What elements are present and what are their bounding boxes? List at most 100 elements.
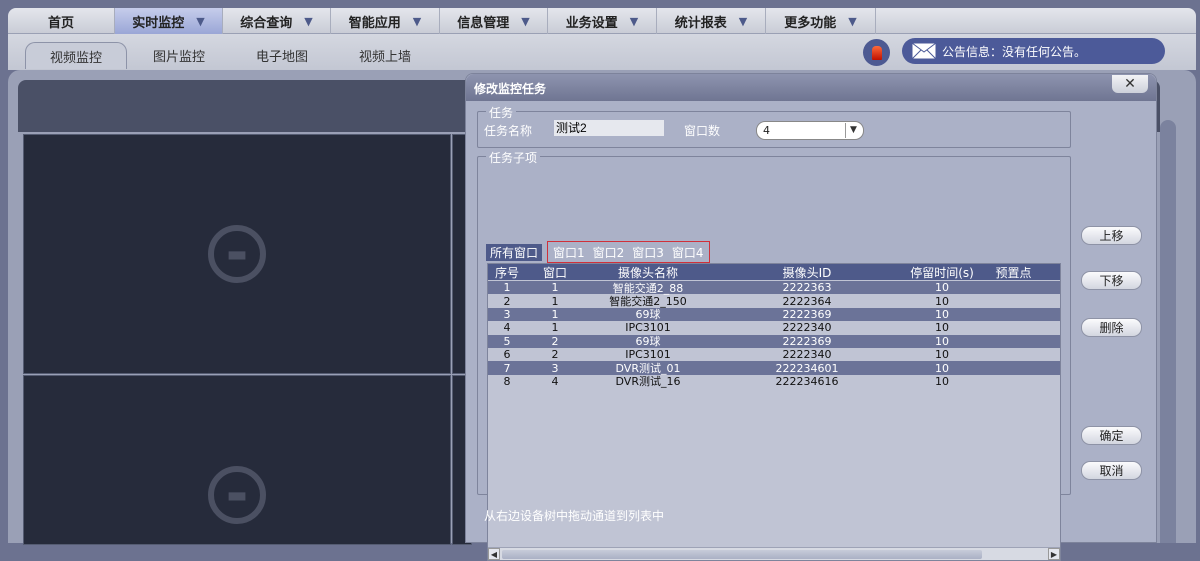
- table-cell: 69球: [635, 335, 661, 349]
- table-cell: 2222340: [782, 348, 832, 362]
- table-row[interactable]: 4 1 IPC3101 2222340 10: [488, 321, 1060, 334]
- tab-window-3[interactable]: 窗口3: [628, 244, 668, 261]
- alarm-button[interactable]: [863, 39, 890, 66]
- table-cell: 10: [935, 348, 949, 362]
- nav-item-label: 综合查询: [240, 15, 293, 31]
- nav-item[interactable]: 统计报表 ▼: [657, 8, 766, 34]
- table-cell: 7: [503, 361, 511, 375]
- sub-tab[interactable]: 图片监控: [128, 42, 230, 69]
- cancel-button[interactable]: 取消: [1081, 461, 1142, 480]
- dropdown-arrow-icon: ▼: [412, 14, 422, 28]
- tab-window-2[interactable]: 窗口2: [589, 244, 629, 261]
- table-cell: 2222340: [782, 321, 832, 335]
- table-row[interactable]: 5 2 69球 2222369 10: [488, 334, 1060, 349]
- close-button[interactable]: ✕: [1112, 75, 1148, 93]
- video-cell[interactable]: ▬: [23, 134, 451, 374]
- table-cell: 4: [503, 321, 511, 335]
- table-header: 序号 窗口 摄像头名称 摄像头ID 停留时间(s) 预置点: [488, 264, 1060, 280]
- task-group-label: 任务: [486, 104, 517, 121]
- envelope-icon: [911, 42, 937, 60]
- table-cell: 10: [935, 281, 949, 295]
- nav-item[interactable]: 综合查询 ▼: [223, 8, 331, 34]
- table-cell: 3: [503, 307, 511, 321]
- table-row[interactable]: 3 1 69球 2222369 10: [488, 307, 1060, 322]
- table-cell: 3: [551, 361, 559, 375]
- table-cell: 2: [551, 348, 559, 362]
- ok-button[interactable]: 确定: [1081, 426, 1142, 445]
- table-cell: 10: [935, 361, 949, 375]
- tab-all-windows[interactable]: 所有窗口: [486, 244, 543, 261]
- nav-item[interactable]: 实时监控 ▼: [115, 8, 223, 34]
- dropdown-arrow-icon: ▼: [629, 14, 639, 28]
- table-cell: 1: [551, 281, 559, 295]
- table-row[interactable]: 1 1 智能交通2_88 2222363 10: [488, 281, 1060, 295]
- nav-item-label: 首页: [47, 15, 74, 31]
- sub-tab[interactable]: 视频监控: [25, 42, 127, 69]
- nav-item-label: 更多功能: [784, 15, 837, 31]
- nav-item-label: 信息管理: [457, 15, 510, 31]
- table-cell: 2222369: [782, 334, 832, 348]
- table-cell: 1: [551, 294, 559, 308]
- delete-button[interactable]: 删除: [1081, 318, 1142, 337]
- table-row[interactable]: 6 2 IPC3101 2222340 10: [488, 348, 1060, 361]
- nav-item-label: 业务设置: [565, 15, 618, 31]
- video-cell[interactable]: ▬: [23, 375, 451, 545]
- move-up-button[interactable]: 上移: [1081, 226, 1142, 245]
- notice-bar[interactable]: 公告信息：没有任何公告。: [902, 38, 1165, 64]
- nav-item[interactable]: 智能应用 ▼: [331, 8, 440, 34]
- edit-task-dialog: 修改监控任务 ✕ 任务 任务名称 窗口数 4 ▼ 任务子项 所有窗口 窗口1 窗…: [465, 73, 1157, 561]
- scroll-thumb[interactable]: [502, 549, 982, 559]
- tab-window-1[interactable]: 窗口1: [549, 244, 589, 261]
- table-cell: 10: [935, 307, 949, 321]
- table-row[interactable]: 2 1 智能交通2_150 2222364 10: [488, 294, 1060, 309]
- col-camera-name[interactable]: 摄像头名称: [584, 264, 712, 281]
- table-cell: 2222369: [782, 307, 832, 321]
- dropdown-arrow-icon: ▼: [848, 14, 857, 28]
- right-scrollbar[interactable]: [1160, 120, 1176, 543]
- nav-item[interactable]: 业务设置 ▼: [548, 8, 657, 34]
- col-preset[interactable]: 预置点: [982, 264, 1045, 281]
- col-dwell-time[interactable]: 停留时间(s): [902, 264, 982, 281]
- dialog-title: 修改监控任务: [466, 74, 1156, 101]
- nav-item[interactable]: 信息管理 ▼: [440, 8, 548, 34]
- nav-item-label: 智能应用: [348, 15, 401, 31]
- col-index[interactable]: 序号: [488, 264, 526, 281]
- table-cell: 10: [935, 374, 949, 388]
- chevron-down-icon: ▼: [845, 123, 861, 138]
- tab-window-4[interactable]: 窗口4: [668, 244, 708, 261]
- nav-item[interactable]: 首页: [8, 8, 115, 34]
- scroll-right-icon[interactable]: ▶: [1048, 548, 1060, 560]
- table-cell: 2: [551, 334, 559, 348]
- nav-item[interactable]: 更多功能 ▼: [766, 8, 876, 34]
- window-count-select[interactable]: 4 ▼: [756, 121, 864, 140]
- window-count-label: 窗口数: [684, 124, 721, 138]
- table-cell: 10: [935, 321, 949, 335]
- scroll-left-icon[interactable]: ◀: [488, 548, 500, 560]
- move-down-button[interactable]: 下移: [1081, 271, 1142, 290]
- col-window[interactable]: 窗口: [526, 264, 584, 281]
- table-cell: 2222363: [782, 281, 832, 295]
- sub-tab[interactable]: 电子地图: [231, 42, 333, 69]
- table-cell: 2: [503, 294, 511, 308]
- dropdown-arrow-icon: ▼: [521, 14, 530, 28]
- no-video-icon: ▬: [208, 466, 266, 524]
- sub-tab[interactable]: 视频上墙: [334, 42, 436, 69]
- table-row[interactable]: 8 4 DVR测试_16 222234616 10: [488, 374, 1060, 389]
- dropdown-arrow-icon: ▼: [738, 14, 748, 28]
- subtask-group-label: 任务子项: [486, 149, 541, 166]
- table-body: 1 1 智能交通2_88 2222363 10 2 1 智能交通2_150 2222364 10 3…: [488, 281, 1060, 388]
- table-cell: 222234616: [775, 374, 839, 388]
- table-cell: 69球: [635, 308, 661, 322]
- table-cell: 2222364: [782, 294, 832, 308]
- table-row[interactable]: 7 3 DVR测试_01 222234601 10: [488, 361, 1060, 375]
- table-cell: 1: [551, 321, 559, 335]
- dropdown-arrow-icon: ▼: [304, 14, 313, 28]
- task-name-input[interactable]: [554, 120, 664, 136]
- table-cell: 10: [935, 294, 949, 308]
- table-cell: DVR测试_16: [615, 375, 681, 389]
- main-nav: 首页 实时监控 ▼ 综合查询 ▼ 智能应用 ▼ 信息管理 ▼ 业务设置 ▼ 统计报表 ▼ 更多功能 ▼: [8, 8, 1196, 34]
- table-cell: 1: [503, 281, 511, 295]
- horizontal-scrollbar[interactable]: ◀ ▶: [488, 547, 1060, 560]
- col-camera-id[interactable]: 摄像头ID: [712, 264, 902, 281]
- drag-hint: 从右边设备树中拖动通道到列表中: [484, 509, 665, 523]
